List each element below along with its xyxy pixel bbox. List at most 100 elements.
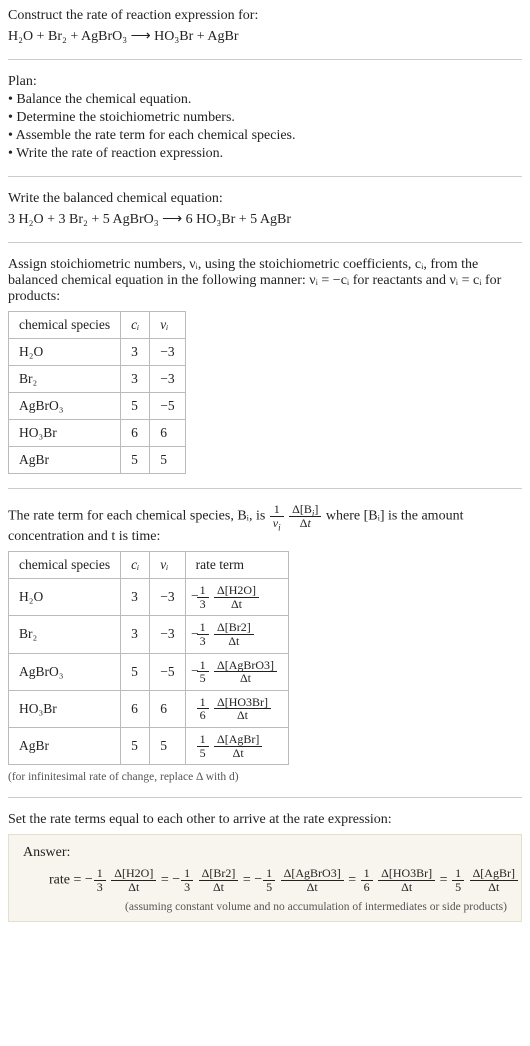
one-over-vi: 1νi xyxy=(270,503,284,529)
minus-sign: − xyxy=(191,588,199,603)
rateterm-table: chemical species cᵢ νᵢ rate term H₂O 3 −… xyxy=(8,551,289,765)
cell-species: AgBr xyxy=(9,447,121,474)
table-header-row: chemical species cᵢ νᵢ xyxy=(9,312,186,339)
minus-sign: − xyxy=(191,663,199,678)
term: 15 Δ[AgBr]Δt xyxy=(451,872,519,887)
cell-ci: 5 xyxy=(121,393,150,420)
divider xyxy=(8,176,522,177)
cell-vi: 6 xyxy=(150,420,185,447)
intro-block: Construct the rate of reaction expressio… xyxy=(8,8,522,45)
plan-item: • Write the rate of reaction expression. xyxy=(8,146,522,162)
col-header: chemical species xyxy=(9,552,121,579)
plan-item: • Balance the chemical equation. xyxy=(8,92,522,108)
col-header: νᵢ xyxy=(150,312,185,339)
cell-species: AgBrO₃ xyxy=(9,393,121,420)
vi-header: νᵢ xyxy=(160,317,168,332)
cell-vi: 6 xyxy=(150,690,185,727)
cell-vi: −5 xyxy=(150,653,185,690)
term: −13 Δ[H2O]Δt xyxy=(85,872,157,887)
cell-vi: −5 xyxy=(150,393,185,420)
term: −13 Δ[Br2]Δt xyxy=(172,872,239,887)
intro-line1: Construct the rate of reaction expressio… xyxy=(8,8,522,24)
table-row: AgBrO₃5−5 xyxy=(9,393,186,420)
delta-frac: Δ[Br2]Δt xyxy=(214,621,254,647)
minus-sign: − xyxy=(191,626,199,641)
cell-vi: −3 xyxy=(150,579,185,616)
col-header: chemical species xyxy=(9,312,121,339)
coef-frac: 15 xyxy=(197,733,209,759)
rate-prefix: rate = xyxy=(49,872,85,887)
answer-assumption-note: (assuming constant volume and no accumul… xyxy=(23,901,507,913)
delta-frac: Δ[AgBrO3]Δt xyxy=(214,659,277,685)
table-row: H₂O 3 −3 13 − Δ[H2O]Δt xyxy=(9,579,289,616)
vi-header: νᵢ xyxy=(160,557,168,572)
balanced-block: Write the balanced chemical equation: 3 … xyxy=(8,191,522,228)
assign-paragraph: Assign stoichiometric numbers, νᵢ, using… xyxy=(8,257,522,305)
ci-header: cᵢ xyxy=(131,557,139,572)
cell-ci: 6 xyxy=(121,420,150,447)
cell-species: H₂O xyxy=(9,339,121,366)
dBi-over-dt: Δ[Bi]Δt xyxy=(289,503,321,529)
cell-vi: −3 xyxy=(150,339,185,366)
setequal-sentence: Set the rate terms equal to each other t… xyxy=(8,812,522,828)
stoich-table: chemical species cᵢ νᵢ H₂O3−3 Br₂3−3 AgB… xyxy=(8,311,186,474)
cell-ci: 6 xyxy=(121,690,150,727)
col-header: νᵢ xyxy=(150,552,185,579)
table-row: AgBr55 xyxy=(9,447,186,474)
delta-frac: Δ[HO3Br]Δt xyxy=(214,696,271,722)
coef-frac: 16 xyxy=(197,696,209,722)
cell-rateterm: 15 Δ[AgBr]Δt xyxy=(185,727,288,764)
answer-box: Answer: rate = −13 Δ[H2O]Δt = −13 Δ[Br2]… xyxy=(8,834,522,922)
plan-item: • Assemble the rate term for each chemic… xyxy=(8,128,522,144)
cell-ci: 3 xyxy=(121,366,150,393)
term: 16 Δ[HO3Br]Δt xyxy=(360,872,437,887)
table-row: AgBrO₃ 5 −5 15 − Δ[AgBrO3]Δt xyxy=(9,653,289,690)
balanced-equation: 3 H₂O + 3 Br₂ + 5 AgBrO₃ ⟶ 6 HO₃Br + 5 A… xyxy=(8,211,522,228)
table-row: AgBr 5 5 15 Δ[AgBr]Δt xyxy=(9,727,289,764)
cell-vi: 5 xyxy=(150,447,185,474)
term: −15 Δ[AgBrO3]Δt xyxy=(254,872,344,887)
col-header: rate term xyxy=(185,552,288,579)
plan-item: • Determine the stoichiometric numbers. xyxy=(8,110,522,126)
divider xyxy=(8,59,522,60)
divider xyxy=(8,242,522,243)
rateterm-sentence: The rate term for each chemical species,… xyxy=(8,503,522,545)
infinitesimal-note: (for infinitesimal rate of change, repla… xyxy=(8,771,522,783)
cell-species: HO₃Br xyxy=(9,420,121,447)
cell-rateterm: 13 − Δ[Br2]Δt xyxy=(185,616,288,653)
cell-rateterm: 15 − Δ[AgBrO3]Δt xyxy=(185,653,288,690)
cell-vi: −3 xyxy=(150,366,185,393)
cell-rateterm: 13 − Δ[H2O]Δt xyxy=(185,579,288,616)
table-row: H₂O3−3 xyxy=(9,339,186,366)
cell-ci: 5 xyxy=(121,447,150,474)
cell-species: H₂O xyxy=(9,579,121,616)
plan-block: Plan: • Balance the chemical equation. •… xyxy=(8,74,522,162)
ci-header: cᵢ xyxy=(131,317,139,332)
plan-heading: Plan: xyxy=(8,74,522,90)
assign-block: Assign stoichiometric numbers, νᵢ, using… xyxy=(8,257,522,474)
answer-expression: rate = −13 Δ[H2O]Δt = −13 Δ[Br2]Δt = −15… xyxy=(23,867,507,893)
col-header: cᵢ xyxy=(121,552,150,579)
cell-rateterm: 16 Δ[HO3Br]Δt xyxy=(185,690,288,727)
cell-ci: 5 xyxy=(121,653,150,690)
delta-frac: Δ[H2O]Δt xyxy=(214,584,259,610)
cell-vi: −3 xyxy=(150,616,185,653)
table-row: Br₂3−3 xyxy=(9,366,186,393)
cell-species: Br₂ xyxy=(9,366,121,393)
cell-species: AgBr xyxy=(9,727,121,764)
rateterm-block: The rate term for each chemical species,… xyxy=(8,503,522,783)
table-header-row: chemical species cᵢ νᵢ rate term xyxy=(9,552,289,579)
divider xyxy=(8,797,522,798)
cell-vi: 5 xyxy=(150,727,185,764)
table-row: Br₂ 3 −3 13 − Δ[Br2]Δt xyxy=(9,616,289,653)
cell-ci: 3 xyxy=(121,339,150,366)
table-row: HO₃Br 6 6 16 Δ[HO3Br]Δt xyxy=(9,690,289,727)
cell-ci: 5 xyxy=(121,727,150,764)
cell-species: AgBrO₃ xyxy=(9,653,121,690)
intro-equation: H₂O + Br₂ + AgBrO₃ ⟶ HO₃Br + AgBr xyxy=(8,28,522,45)
cell-species: HO₃Br xyxy=(9,690,121,727)
cell-ci: 3 xyxy=(121,616,150,653)
sentence-part: The rate term for each chemical species,… xyxy=(8,508,269,523)
balanced-line1: Write the balanced chemical equation: xyxy=(8,191,522,207)
answer-label: Answer: xyxy=(23,845,507,861)
